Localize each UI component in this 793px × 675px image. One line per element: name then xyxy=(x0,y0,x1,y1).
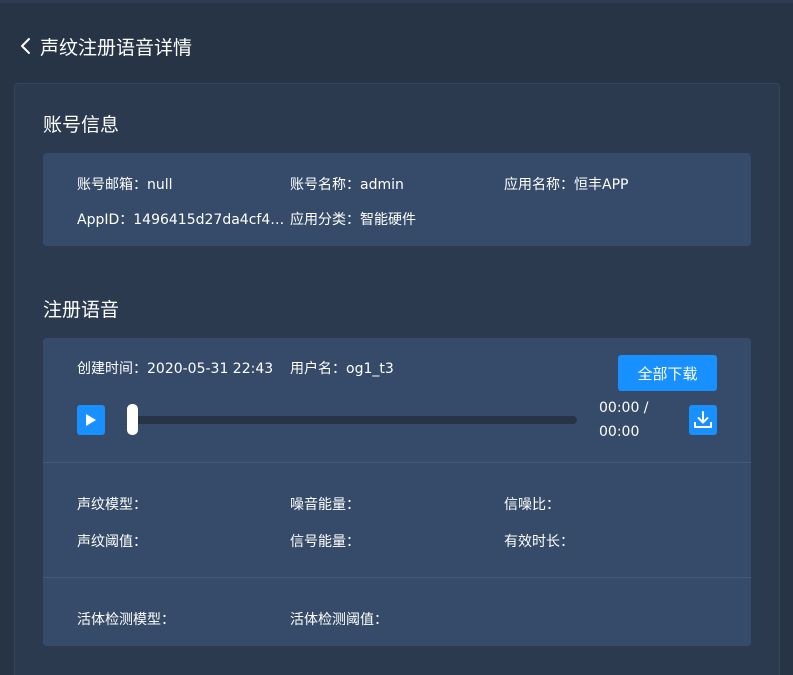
created-time-field: 创建时间：2020-05-31 22:43 xyxy=(77,358,273,378)
account-name-field: 账号名称：admin xyxy=(290,174,404,194)
snr-field: 信噪比： xyxy=(504,494,560,514)
field-label: 活体检测模型： xyxy=(77,612,175,628)
field-value: admin xyxy=(360,177,404,193)
voiceprint-model-field: 声纹模型： xyxy=(77,494,147,514)
username-field: 用户名：og1_t3 xyxy=(290,358,394,378)
page-header[interactable]: 声纹注册语音详情 xyxy=(16,32,192,60)
play-button[interactable] xyxy=(77,405,105,435)
effective-duration-field: 有效时长： xyxy=(504,531,574,551)
account-email-field: 账号邮箱：null xyxy=(77,174,173,194)
signal-energy-field: 信号能量： xyxy=(290,531,360,551)
field-label: 信号能量： xyxy=(290,534,360,550)
noise-energy-field: 噪音能量： xyxy=(290,494,360,514)
download-all-button[interactable]: 全部下载 xyxy=(618,355,717,391)
liveness-model-field: 活体检测模型： xyxy=(77,609,175,629)
download-icon xyxy=(694,411,712,428)
voiceprint-threshold-field: 声纹阈值： xyxy=(77,531,147,551)
liveness-threshold-field: 活体检测阈值： xyxy=(290,609,388,629)
field-value: 智能硬件 xyxy=(360,212,416,228)
account-info-card: 账号邮箱：null 账号名称：admin 应用名称：恒丰APP AppID：14… xyxy=(43,153,751,246)
account-section-title: 账号信息 xyxy=(43,114,120,136)
field-label: 账号邮箱： xyxy=(77,177,147,193)
voice-section-title: 注册语音 xyxy=(43,299,120,321)
detail-panel: 账号信息 账号邮箱：null 账号名称：admin 应用名称：恒丰APP App… xyxy=(14,83,780,675)
field-label: 创建时间： xyxy=(77,361,147,377)
chevron-left-icon[interactable] xyxy=(16,35,38,57)
field-label: 活体检测阈值： xyxy=(290,612,388,628)
app-category-field: 应用分类：智能硬件 xyxy=(290,209,416,229)
download-button[interactable] xyxy=(689,405,717,435)
field-value: null xyxy=(147,177,173,193)
field-label: 噪音能量： xyxy=(290,497,360,513)
field-value: 2020-05-31 22:43 xyxy=(147,361,274,377)
total-time: 00:00 xyxy=(599,424,640,440)
play-icon xyxy=(86,414,96,426)
field-value: 恒丰APP xyxy=(574,177,629,193)
field-label: 用户名： xyxy=(290,361,346,377)
field-label: 应用名称： xyxy=(504,177,574,193)
page-title: 声纹注册语音详情 xyxy=(40,36,193,59)
field-label: 有效时长： xyxy=(504,534,574,550)
divider xyxy=(43,577,751,578)
field-label: AppID： xyxy=(77,212,134,228)
field-label: 信噪比： xyxy=(504,497,560,513)
field-value: og1_t3 xyxy=(346,361,394,377)
divider xyxy=(43,462,751,463)
field-label: 账号名称： xyxy=(290,177,360,193)
app-name-field: 应用名称：恒丰APP xyxy=(504,174,628,194)
voice-record-card: 创建时间：2020-05-31 22:43 用户名：og1_t3 全部下载 00… xyxy=(43,338,751,646)
field-label: 应用分类： xyxy=(290,212,360,228)
progress-thumb[interactable] xyxy=(127,404,138,435)
current-time: 00:00 / xyxy=(599,400,649,416)
field-label: 声纹模型： xyxy=(77,497,147,513)
app-id-field: AppID：1496415d27da4cf49... xyxy=(77,209,289,229)
field-label: 声纹阈值： xyxy=(77,534,147,550)
progress-track[interactable] xyxy=(127,416,577,424)
field-value: 1496415d27da4cf49... xyxy=(133,212,289,228)
top-border xyxy=(0,0,793,3)
